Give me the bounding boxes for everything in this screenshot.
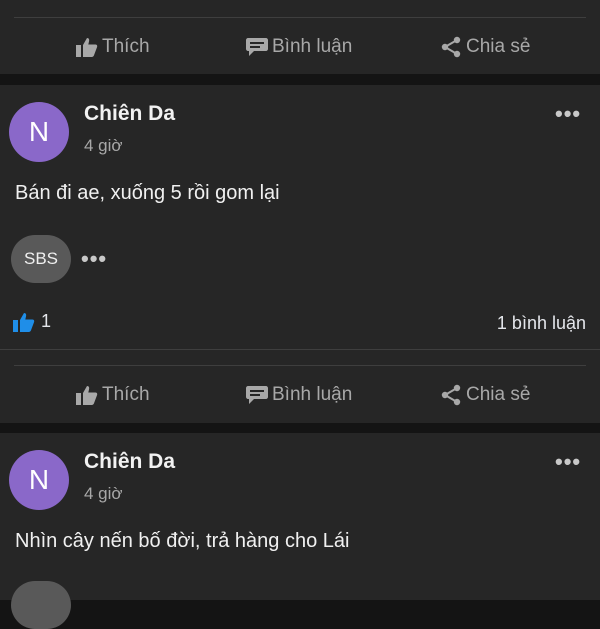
- more-dots-icon[interactable]: •••: [81, 248, 107, 270]
- post-action-bar: Thích Bình luận Chia sẻ: [0, 375, 600, 415]
- like-label: Thích: [102, 36, 150, 57]
- share-icon: [441, 384, 461, 406]
- thumbs-up-icon: [76, 38, 98, 57]
- post-text: Bán đi ae, xuống 5 rồi gom lại: [15, 182, 280, 204]
- post-text: Nhìn cây nến bố đời, trả hàng cho Lái: [15, 530, 350, 552]
- like-button[interactable]: Thích: [76, 27, 150, 67]
- avatar-letter: N: [28, 464, 50, 495]
- commenter-avatar[interactable]: SBS: [11, 235, 71, 283]
- share-label: Chia sẻ: [466, 384, 531, 405]
- comment-icon: [246, 386, 268, 404]
- comment-button[interactable]: Bình luận: [246, 27, 352, 67]
- more-dots-icon[interactable]: •••: [555, 103, 581, 125]
- divider: [14, 17, 586, 18]
- comment-count[interactable]: 1 bình luận: [497, 313, 586, 334]
- post-time: 4 giờ: [84, 484, 123, 503]
- commenter-avatar[interactable]: [11, 581, 71, 629]
- post-card: N Chiên Da 4 giờ ••• Nhìn cây nến bố đời…: [0, 433, 600, 629]
- divider: [0, 349, 600, 350]
- post-card: N Chiên Da 4 giờ ••• Bán đi ae, xuống 5 …: [0, 85, 600, 423]
- author-name[interactable]: Chiên Da: [84, 102, 175, 126]
- thumbs-up-icon: [76, 386, 98, 405]
- comment-icon: [246, 38, 268, 56]
- share-label: Chia sẻ: [466, 36, 531, 57]
- like-count[interactable]: 1: [13, 311, 51, 332]
- comment-label: Bình luận: [272, 384, 353, 405]
- comment-label: Bình luận: [272, 36, 353, 57]
- avatar-letter: N: [28, 116, 50, 147]
- post-time: 4 giờ: [84, 136, 123, 155]
- thumbs-up-icon: [13, 312, 35, 332]
- share-button[interactable]: Chia sẻ: [440, 375, 530, 415]
- share-icon: [441, 36, 461, 58]
- like-button[interactable]: Thích: [76, 375, 150, 415]
- share-button[interactable]: Chia sẻ: [440, 27, 530, 67]
- divider: [14, 365, 586, 366]
- avatar[interactable]: N: [9, 102, 69, 162]
- author-name[interactable]: Chiên Da: [84, 450, 175, 474]
- more-dots-icon[interactable]: •••: [555, 451, 581, 473]
- comment-button[interactable]: Bình luận: [246, 375, 352, 415]
- previous-post-card: Thích Bình luận Chia sẻ: [0, 0, 600, 74]
- commenter-avatar-label: SBS: [23, 249, 59, 268]
- like-count-value: 1: [41, 311, 52, 331]
- post-action-bar: Thích Bình luận Chia sẻ: [0, 27, 600, 67]
- like-label: Thích: [102, 384, 150, 405]
- avatar[interactable]: N: [9, 450, 69, 510]
